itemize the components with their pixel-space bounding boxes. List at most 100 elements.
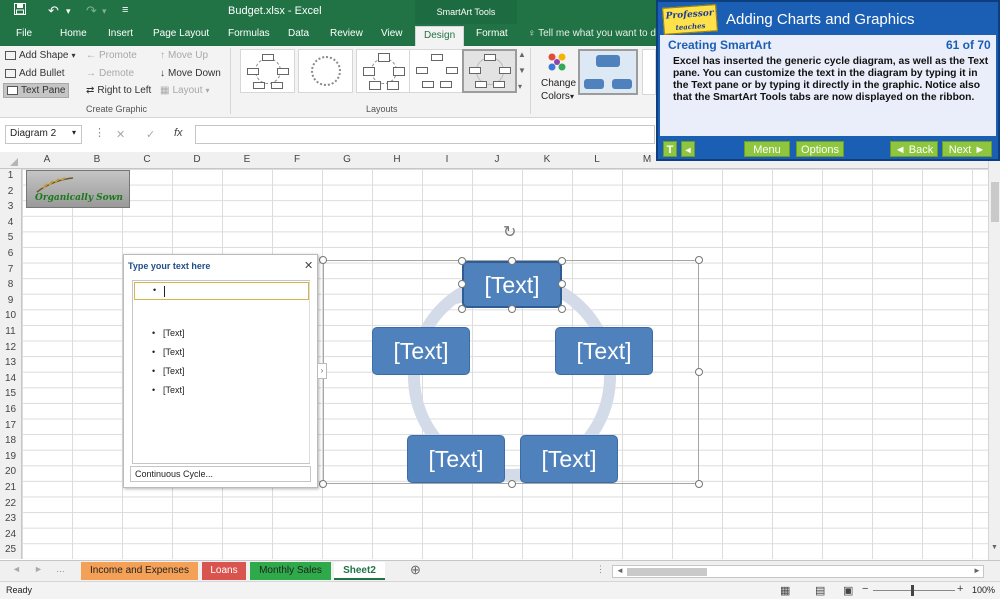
- sheet-scroll-right-icon[interactable]: ►: [34, 564, 43, 574]
- move-up-button[interactable]: ↑Move Up: [160, 50, 208, 61]
- options-button[interactable]: Options: [796, 141, 844, 157]
- tab-design[interactable]: Design: [415, 26, 464, 46]
- enter-icon[interactable]: ✓: [146, 128, 155, 141]
- layout-thumb-text-cycle[interactable]: [298, 49, 353, 93]
- layout-thumb-block-cycle[interactable]: [409, 49, 464, 93]
- demote-button[interactable]: →Demote: [86, 68, 134, 79]
- text-pane-item[interactable]: [Text]: [163, 328, 185, 338]
- right-to-left-button[interactable]: ⇄Right to Left: [86, 85, 151, 96]
- sheet-tab-sheet2[interactable]: Sheet2: [334, 562, 385, 580]
- zoom-slider[interactable]: [873, 590, 955, 591]
- row-header[interactable]: 23: [0, 513, 21, 524]
- save-icon[interactable]: [14, 3, 26, 18]
- tab-page-layout[interactable]: Page Layout: [153, 28, 209, 39]
- smartart-style-thumb[interactable]: [642, 49, 656, 95]
- rotate-handle-icon[interactable]: ↻: [503, 222, 516, 242]
- cycle-node-2[interactable]: [Text]: [555, 327, 653, 375]
- add-bullet-button[interactable]: Add Bullet: [5, 68, 65, 79]
- resize-handle[interactable]: [508, 257, 516, 265]
- sheet-more-icon[interactable]: …: [56, 564, 65, 574]
- tab-home[interactable]: Home: [60, 28, 87, 39]
- zoom-out-icon[interactable]: −: [862, 583, 868, 595]
- tab-data[interactable]: Data: [288, 28, 309, 39]
- close-icon[interactable]: ✕: [304, 259, 313, 272]
- column-header[interactable]: H: [372, 154, 422, 165]
- sheet-tab-loans[interactable]: Loans: [202, 562, 246, 580]
- row-header[interactable]: 9: [0, 295, 21, 306]
- row-header[interactable]: 15: [0, 388, 21, 399]
- back-button[interactable]: ◄ Back: [890, 141, 938, 157]
- vertical-scrollbar[interactable]: ▼: [988, 152, 1000, 560]
- column-header[interactable]: D: [172, 154, 222, 165]
- zoom-slider-thumb[interactable]: [911, 585, 914, 596]
- resize-handle[interactable]: [458, 257, 466, 265]
- select-all-icon[interactable]: [10, 158, 18, 166]
- scroll-right-icon[interactable]: ►: [973, 566, 981, 575]
- layout-button[interactable]: ▦Layout▾: [160, 85, 210, 96]
- text-pane-item[interactable]: [Text]: [163, 366, 185, 376]
- scroll-down-icon[interactable]: ▼: [991, 544, 998, 551]
- add-shape-button[interactable]: Add Shape▾: [5, 50, 76, 61]
- tab-format[interactable]: Format: [476, 28, 508, 39]
- layout-name-footer[interactable]: Continuous Cycle...: [130, 466, 311, 482]
- page-layout-view-icon[interactable]: ▤: [815, 584, 825, 597]
- normal-view-icon[interactable]: ▦: [780, 584, 790, 597]
- column-header[interactable]: E: [222, 154, 272, 165]
- row-header[interactable]: 8: [0, 279, 21, 290]
- audio-toggle-icon[interactable]: ◄: [681, 141, 695, 157]
- gallery-more-icon[interactable]: ▾: [518, 82, 522, 91]
- cycle-node-3[interactable]: [Text]: [520, 435, 618, 483]
- row-header[interactable]: 25: [0, 544, 21, 555]
- undo-icon[interactable]: ↶: [48, 3, 59, 19]
- column-header[interactable]: J: [472, 154, 522, 165]
- layout-thumb-basic-cycle[interactable]: [240, 49, 295, 93]
- text-size-button[interactable]: T: [663, 141, 677, 157]
- undo-dropdown-icon[interactable]: ▾: [66, 6, 71, 17]
- resize-handle[interactable]: [558, 305, 566, 313]
- column-header[interactable]: I: [422, 154, 472, 165]
- cancel-icon[interactable]: ✕: [116, 128, 125, 141]
- cycle-node-5[interactable]: [Text]: [372, 327, 470, 375]
- layout-thumb-continuous-cycle[interactable]: [462, 49, 517, 93]
- move-down-button[interactable]: ↓Move Down: [160, 68, 221, 79]
- cycle-node-4[interactable]: [Text]: [407, 435, 505, 483]
- insert-function-icon[interactable]: fx: [174, 127, 183, 139]
- frame-handle[interactable]: [319, 256, 327, 264]
- frame-handle[interactable]: [319, 480, 327, 488]
- redo-icon[interactable]: ↷: [86, 3, 97, 19]
- menu-button[interactable]: Menu: [744, 141, 790, 157]
- row-header[interactable]: 6: [0, 248, 21, 259]
- row-header[interactable]: 13: [0, 357, 21, 368]
- column-header[interactable]: C: [122, 154, 172, 165]
- column-header[interactable]: K: [522, 154, 572, 165]
- tab-formulas[interactable]: Formulas: [228, 28, 270, 39]
- resize-handle[interactable]: [558, 257, 566, 265]
- row-header[interactable]: 2: [0, 186, 21, 197]
- change-colors-button[interactable]: Change Colors ▾: [538, 50, 576, 106]
- next-button[interactable]: Next ►: [942, 141, 992, 157]
- resize-handle[interactable]: [508, 305, 516, 313]
- row-header[interactable]: 4: [0, 217, 21, 228]
- smartart-frame[interactable]: [Text] [Text] [Text] [Text] [Text]: [323, 260, 699, 484]
- text-pane-toggle-icon[interactable]: ›: [317, 363, 327, 379]
- tab-file[interactable]: File: [16, 28, 32, 39]
- text-pane-button[interactable]: Text Pane: [3, 83, 69, 98]
- layout-thumb-cycle-matrix[interactable]: [356, 49, 411, 93]
- row-header[interactable]: 11: [0, 326, 21, 337]
- row-header[interactable]: 3: [0, 201, 21, 212]
- formula-input[interactable]: [195, 125, 655, 144]
- row-header[interactable]: 16: [0, 404, 21, 415]
- text-pane-item-active[interactable]: •: [134, 282, 309, 300]
- row-header[interactable]: 20: [0, 466, 21, 477]
- row-header[interactable]: 19: [0, 451, 21, 462]
- row-header[interactable]: 22: [0, 498, 21, 509]
- frame-handle[interactable]: [695, 368, 703, 376]
- promote-button[interactable]: ←Promote: [86, 50, 137, 61]
- text-pane-item[interactable]: [Text]: [163, 385, 185, 395]
- row-header[interactable]: 7: [0, 264, 21, 275]
- customize-qat-icon[interactable]: ≡: [122, 4, 128, 16]
- resize-handle[interactable]: [458, 280, 466, 288]
- sheet-scroll-left-icon[interactable]: ◄: [12, 564, 21, 574]
- resize-handle[interactable]: [458, 305, 466, 313]
- tab-view[interactable]: View: [381, 28, 403, 39]
